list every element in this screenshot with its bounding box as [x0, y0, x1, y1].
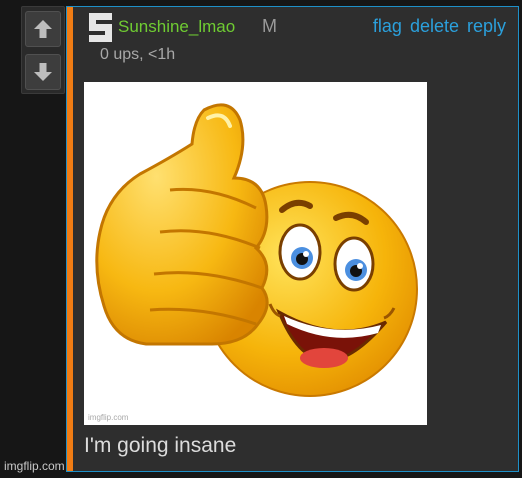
comment-text: I'm going insane [84, 434, 237, 457]
reply-link[interactable]: reply [467, 16, 506, 37]
comment-image[interactable]: imgflip.com [84, 82, 427, 425]
thumbs-up-emoji-image [84, 82, 427, 425]
comment-actions: flag delete reply [373, 16, 506, 37]
arrow-up-icon [34, 20, 52, 38]
vote-box [21, 6, 65, 94]
delete-link[interactable]: delete [410, 16, 459, 37]
mod-badge: M [262, 16, 277, 36]
site-watermark: imgflip.com [4, 459, 65, 473]
username-link[interactable]: Sunshine_lmao [118, 17, 235, 37]
avatar[interactable]: S [87, 11, 114, 44]
comment-card: S Sunshine_lmao M flag delete reply 0 up… [66, 6, 519, 472]
image-watermark: imgflip.com [88, 413, 129, 422]
upvote-button[interactable] [25, 11, 61, 47]
arrow-down-icon [34, 63, 52, 81]
comment-accent-bar [67, 7, 73, 471]
flag-link[interactable]: flag [373, 16, 402, 37]
comment-meta: 0 ups, <1h [100, 46, 176, 63]
downvote-button[interactable] [25, 54, 61, 90]
